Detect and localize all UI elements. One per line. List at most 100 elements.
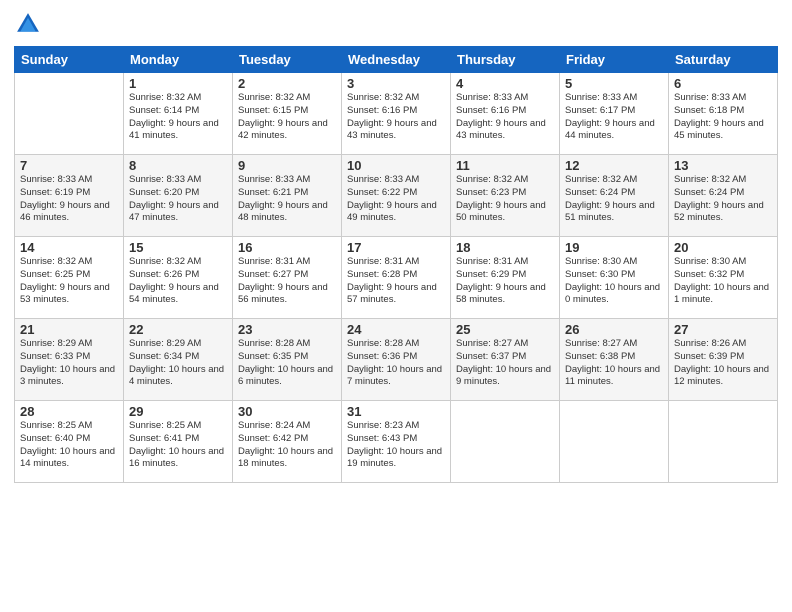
- calendar-week-row: 14Sunrise: 8:32 AMSunset: 6:25 PMDayligh…: [15, 237, 778, 319]
- day-number: 25: [456, 322, 554, 337]
- calendar-cell: 11Sunrise: 8:32 AMSunset: 6:23 PMDayligh…: [451, 155, 560, 237]
- calendar-cell: 10Sunrise: 8:33 AMSunset: 6:22 PMDayligh…: [342, 155, 451, 237]
- day-info: Sunrise: 8:33 AMSunset: 6:16 PMDaylight:…: [456, 92, 554, 143]
- calendar-cell: 7Sunrise: 8:33 AMSunset: 6:19 PMDaylight…: [15, 155, 124, 237]
- calendar-cell: 21Sunrise: 8:29 AMSunset: 6:33 PMDayligh…: [15, 319, 124, 401]
- day-info: Sunrise: 8:27 AMSunset: 6:37 PMDaylight:…: [456, 338, 554, 389]
- day-info: Sunrise: 8:32 AMSunset: 6:16 PMDaylight:…: [347, 92, 445, 143]
- calendar-cell: 22Sunrise: 8:29 AMSunset: 6:34 PMDayligh…: [124, 319, 233, 401]
- calendar-cell: 16Sunrise: 8:31 AMSunset: 6:27 PMDayligh…: [233, 237, 342, 319]
- day-number: 11: [456, 158, 554, 173]
- calendar-cell: 23Sunrise: 8:28 AMSunset: 6:35 PMDayligh…: [233, 319, 342, 401]
- calendar-header-row: SundayMondayTuesdayWednesdayThursdayFrid…: [15, 47, 778, 73]
- logo: [14, 10, 46, 38]
- day-info: Sunrise: 8:33 AMSunset: 6:22 PMDaylight:…: [347, 174, 445, 225]
- calendar-cell: 27Sunrise: 8:26 AMSunset: 6:39 PMDayligh…: [669, 319, 778, 401]
- calendar-cell: 30Sunrise: 8:24 AMSunset: 6:42 PMDayligh…: [233, 401, 342, 483]
- calendar-week-row: 28Sunrise: 8:25 AMSunset: 6:40 PMDayligh…: [15, 401, 778, 483]
- day-info: Sunrise: 8:31 AMSunset: 6:27 PMDaylight:…: [238, 256, 336, 307]
- day-number: 4: [456, 76, 554, 91]
- day-info: Sunrise: 8:26 AMSunset: 6:39 PMDaylight:…: [674, 338, 772, 389]
- calendar-header-thursday: Thursday: [451, 47, 560, 73]
- calendar-cell: [451, 401, 560, 483]
- calendar-cell: 8Sunrise: 8:33 AMSunset: 6:20 PMDaylight…: [124, 155, 233, 237]
- day-number: 29: [129, 404, 227, 419]
- day-info: Sunrise: 8:30 AMSunset: 6:30 PMDaylight:…: [565, 256, 663, 307]
- day-number: 17: [347, 240, 445, 255]
- day-info: Sunrise: 8:33 AMSunset: 6:19 PMDaylight:…: [20, 174, 118, 225]
- calendar-cell: 28Sunrise: 8:25 AMSunset: 6:40 PMDayligh…: [15, 401, 124, 483]
- calendar-table: SundayMondayTuesdayWednesdayThursdayFrid…: [14, 46, 778, 483]
- day-info: Sunrise: 8:29 AMSunset: 6:33 PMDaylight:…: [20, 338, 118, 389]
- calendar-week-row: 21Sunrise: 8:29 AMSunset: 6:33 PMDayligh…: [15, 319, 778, 401]
- day-number: 8: [129, 158, 227, 173]
- day-info: Sunrise: 8:33 AMSunset: 6:17 PMDaylight:…: [565, 92, 663, 143]
- day-info: Sunrise: 8:32 AMSunset: 6:24 PMDaylight:…: [674, 174, 772, 225]
- calendar-cell: 24Sunrise: 8:28 AMSunset: 6:36 PMDayligh…: [342, 319, 451, 401]
- day-number: 14: [20, 240, 118, 255]
- calendar-cell: 15Sunrise: 8:32 AMSunset: 6:26 PMDayligh…: [124, 237, 233, 319]
- day-number: 16: [238, 240, 336, 255]
- day-number: 30: [238, 404, 336, 419]
- day-info: Sunrise: 8:27 AMSunset: 6:38 PMDaylight:…: [565, 338, 663, 389]
- calendar-cell: 29Sunrise: 8:25 AMSunset: 6:41 PMDayligh…: [124, 401, 233, 483]
- day-number: 22: [129, 322, 227, 337]
- day-info: Sunrise: 8:30 AMSunset: 6:32 PMDaylight:…: [674, 256, 772, 307]
- day-number: 3: [347, 76, 445, 91]
- calendar-header-sunday: Sunday: [15, 47, 124, 73]
- day-info: Sunrise: 8:23 AMSunset: 6:43 PMDaylight:…: [347, 420, 445, 471]
- day-number: 18: [456, 240, 554, 255]
- calendar-cell: 19Sunrise: 8:30 AMSunset: 6:30 PMDayligh…: [560, 237, 669, 319]
- day-number: 21: [20, 322, 118, 337]
- day-info: Sunrise: 8:28 AMSunset: 6:36 PMDaylight:…: [347, 338, 445, 389]
- day-info: Sunrise: 8:29 AMSunset: 6:34 PMDaylight:…: [129, 338, 227, 389]
- calendar-week-row: 7Sunrise: 8:33 AMSunset: 6:19 PMDaylight…: [15, 155, 778, 237]
- day-info: Sunrise: 8:33 AMSunset: 6:18 PMDaylight:…: [674, 92, 772, 143]
- day-number: 15: [129, 240, 227, 255]
- day-info: Sunrise: 8:33 AMSunset: 6:20 PMDaylight:…: [129, 174, 227, 225]
- day-info: Sunrise: 8:32 AMSunset: 6:15 PMDaylight:…: [238, 92, 336, 143]
- day-number: 10: [347, 158, 445, 173]
- calendar-cell: [669, 401, 778, 483]
- calendar-header-friday: Friday: [560, 47, 669, 73]
- day-number: 26: [565, 322, 663, 337]
- day-info: Sunrise: 8:32 AMSunset: 6:25 PMDaylight:…: [20, 256, 118, 307]
- day-info: Sunrise: 8:32 AMSunset: 6:23 PMDaylight:…: [456, 174, 554, 225]
- day-info: Sunrise: 8:24 AMSunset: 6:42 PMDaylight:…: [238, 420, 336, 471]
- day-number: 28: [20, 404, 118, 419]
- calendar-header-monday: Monday: [124, 47, 233, 73]
- calendar-cell: 5Sunrise: 8:33 AMSunset: 6:17 PMDaylight…: [560, 73, 669, 155]
- calendar-header-tuesday: Tuesday: [233, 47, 342, 73]
- day-number: 2: [238, 76, 336, 91]
- day-info: Sunrise: 8:32 AMSunset: 6:24 PMDaylight:…: [565, 174, 663, 225]
- day-number: 24: [347, 322, 445, 337]
- calendar-header-saturday: Saturday: [669, 47, 778, 73]
- calendar-cell: 4Sunrise: 8:33 AMSunset: 6:16 PMDaylight…: [451, 73, 560, 155]
- calendar-cell: 9Sunrise: 8:33 AMSunset: 6:21 PMDaylight…: [233, 155, 342, 237]
- day-number: 20: [674, 240, 772, 255]
- calendar-cell: 2Sunrise: 8:32 AMSunset: 6:15 PMDaylight…: [233, 73, 342, 155]
- calendar-cell: 18Sunrise: 8:31 AMSunset: 6:29 PMDayligh…: [451, 237, 560, 319]
- logo-icon: [14, 10, 42, 38]
- calendar-cell: 14Sunrise: 8:32 AMSunset: 6:25 PMDayligh…: [15, 237, 124, 319]
- day-info: Sunrise: 8:25 AMSunset: 6:40 PMDaylight:…: [20, 420, 118, 471]
- calendar-cell: 20Sunrise: 8:30 AMSunset: 6:32 PMDayligh…: [669, 237, 778, 319]
- day-info: Sunrise: 8:33 AMSunset: 6:21 PMDaylight:…: [238, 174, 336, 225]
- calendar-cell: [560, 401, 669, 483]
- header: [14, 10, 778, 38]
- day-number: 23: [238, 322, 336, 337]
- calendar-week-row: 1Sunrise: 8:32 AMSunset: 6:14 PMDaylight…: [15, 73, 778, 155]
- calendar-cell: 1Sunrise: 8:32 AMSunset: 6:14 PMDaylight…: [124, 73, 233, 155]
- day-number: 5: [565, 76, 663, 91]
- day-info: Sunrise: 8:25 AMSunset: 6:41 PMDaylight:…: [129, 420, 227, 471]
- day-number: 9: [238, 158, 336, 173]
- day-number: 6: [674, 76, 772, 91]
- day-info: Sunrise: 8:31 AMSunset: 6:28 PMDaylight:…: [347, 256, 445, 307]
- calendar-cell: 12Sunrise: 8:32 AMSunset: 6:24 PMDayligh…: [560, 155, 669, 237]
- calendar-cell: 6Sunrise: 8:33 AMSunset: 6:18 PMDaylight…: [669, 73, 778, 155]
- calendar-cell: 13Sunrise: 8:32 AMSunset: 6:24 PMDayligh…: [669, 155, 778, 237]
- page-container: SundayMondayTuesdayWednesdayThursdayFrid…: [0, 0, 792, 612]
- calendar-cell: 17Sunrise: 8:31 AMSunset: 6:28 PMDayligh…: [342, 237, 451, 319]
- day-number: 7: [20, 158, 118, 173]
- calendar-cell: 3Sunrise: 8:32 AMSunset: 6:16 PMDaylight…: [342, 73, 451, 155]
